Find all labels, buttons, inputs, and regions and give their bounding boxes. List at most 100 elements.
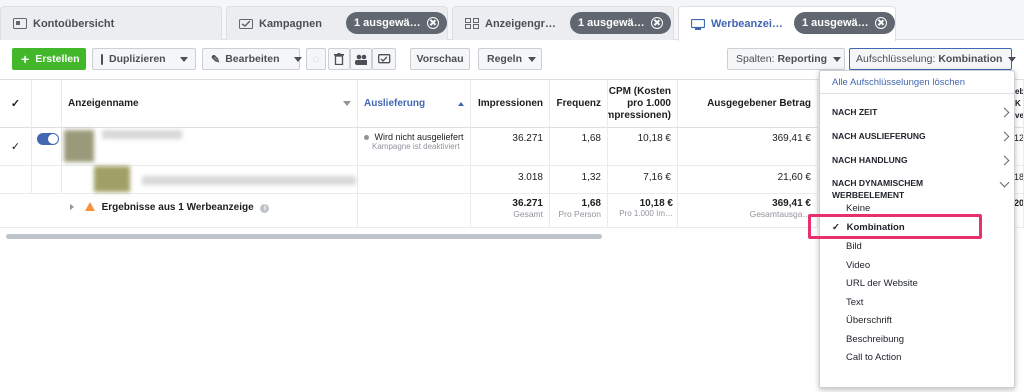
option-description[interactable]: Beschreibung	[820, 334, 1016, 345]
summary-label: Ergebnisse aus 1 Werbeanzeige	[101, 202, 254, 213]
breakdown-button[interactable]: Aufschlüsselung: Kombination	[849, 48, 1017, 70]
summary-frequency: 1,68 Pro Person	[550, 194, 608, 228]
column-header-delivery[interactable]: Auslieferung	[358, 80, 471, 128]
summary-cpm: 10,18 € Pro 1.000 Im…	[608, 194, 678, 228]
columns-button[interactable]: Spalten: Reporting	[727, 48, 845, 70]
adset-selection-pill[interactable]: 1 ausgewä…	[570, 12, 671, 34]
breakdown-section-dynamic-creative[interactable]: NACH DYNAMISCHEM WERBEELEMENT	[820, 171, 1016, 200]
audience-button[interactable]	[350, 48, 372, 70]
option-headline[interactable]: Überschrift	[820, 315, 1016, 326]
expand-caret-icon[interactable]	[70, 204, 74, 210]
breakdown-value: Kombination	[938, 53, 1003, 65]
summary-sublabel: Gesamtausga…	[749, 209, 811, 219]
spent-value: 369,41 €	[678, 128, 818, 166]
summary-spent: 369,41 € Gesamtausga…	[678, 194, 818, 228]
asset-name-redacted	[142, 176, 356, 185]
option-image[interactable]: Bild	[820, 241, 1016, 252]
section-label: WERBEELEMENT	[832, 190, 905, 200]
section-label: NACH ZEIT	[832, 107, 878, 117]
rule-icon	[377, 53, 390, 63]
section-label: NACH HANDLUNG	[832, 155, 908, 165]
preview-button[interactable]: Vorschau	[410, 48, 470, 70]
column-label: Auslieferung	[364, 97, 426, 109]
breakdown-section-action[interactable]: NACH HANDLUNG	[820, 149, 1016, 171]
clear-breakdowns-link[interactable]: Alle Aufschlüsselungen löschen	[820, 77, 1016, 88]
tab-label: Kontoübersicht	[33, 17, 115, 30]
ad-name-cell[interactable]	[62, 128, 358, 166]
ad-status-toggle[interactable]	[37, 133, 59, 145]
column-header-impressions[interactable]: Impressionen	[471, 80, 550, 128]
option-video[interactable]: Video	[820, 260, 1016, 271]
checkmark-icon: ✓	[10, 97, 21, 110]
create-rule-button[interactable]	[372, 48, 396, 70]
chevron-down-icon[interactable]	[179, 56, 188, 62]
tab-account-overview[interactable]: Kontoübersicht	[0, 6, 222, 40]
summary-value: 369,41 €	[772, 198, 811, 209]
create-label: Erstellen	[35, 53, 80, 65]
selection-count: 1 ausgewä…	[802, 17, 869, 29]
refresh-button[interactable]: ◌	[306, 48, 326, 70]
refresh-icon: ◌	[312, 52, 320, 66]
summary-spacer	[0, 194, 62, 228]
ads-icon	[690, 18, 706, 30]
pencil-icon: ✎	[211, 53, 221, 66]
select-all-checkbox[interactable]: ✓	[0, 80, 32, 128]
column-header-cpm[interactable]: CPM (Kosten pro 1.000 Impressionen)	[608, 80, 678, 128]
tab-label: Kampagnen	[259, 17, 322, 30]
breakdown-section-delivery[interactable]: NACH AUSLIEFERUNG	[820, 125, 1016, 147]
chevron-down-icon	[1008, 56, 1017, 62]
delete-button[interactable]	[328, 48, 350, 70]
ad-thumbnail	[64, 130, 94, 162]
option-combination[interactable]: ✓ Kombination	[820, 222, 1016, 233]
info-icon[interactable]: i	[260, 204, 270, 213]
summary-value: 36.271	[512, 198, 543, 209]
summary-value: 1,68	[581, 198, 601, 209]
column-header-spent[interactable]: Ausgegebener Betrag	[678, 80, 818, 128]
clear-selection-icon[interactable]	[874, 17, 887, 29]
option-call-to-action[interactable]: Call to Action	[820, 352, 1016, 363]
trash-icon	[334, 53, 344, 65]
ads-selection-pill[interactable]: 1 ausgewä…	[794, 12, 895, 34]
clear-selection-icon[interactable]	[426, 17, 439, 29]
duplicate-label: Duplizieren	[109, 53, 166, 65]
edit-button[interactable]: ✎ Bearbeiten	[202, 48, 302, 70]
clear-selection-icon[interactable]	[650, 17, 663, 29]
status-dot	[364, 135, 369, 140]
people-icon	[355, 54, 367, 65]
duplicate-button[interactable]: Duplizieren	[92, 48, 196, 70]
checkmark-icon: ✓	[10, 141, 21, 153]
breakdown-section-time[interactable]: NACH ZEIT	[820, 101, 1016, 123]
preview-label: Vorschau	[416, 53, 464, 65]
asset-thumbnail	[94, 166, 130, 192]
column-header-name[interactable]: Anzeigenname	[62, 80, 358, 128]
summary-sublabel: Pro 1.000 Im…	[619, 209, 673, 218]
option-text[interactable]: Text	[820, 297, 1016, 308]
divider	[820, 93, 1014, 94]
tab-label: Anzeigengr…	[485, 17, 556, 30]
chevron-down-icon[interactable]	[293, 56, 302, 62]
columns-prefix: Spalten:	[736, 53, 775, 65]
delivery-cell: Wird nicht ausgeliefert Kampagne ist dea…	[358, 128, 471, 166]
frequency-value: 1,68	[550, 128, 608, 166]
delivery-cell-empty	[358, 166, 471, 194]
selection-count: 1 ausgewä…	[354, 17, 421, 29]
horizontal-scrollbar[interactable]	[6, 234, 602, 239]
summary-label-cell[interactable]: Ergebnisse aus 1 Werbeanzeige i	[62, 194, 358, 228]
sort-ascending-icon	[458, 101, 464, 106]
spent-value: 21,60 €	[678, 166, 818, 194]
rules-button[interactable]: Regeln	[478, 48, 542, 70]
row-checkbox[interactable]: ✓	[0, 128, 32, 166]
column-header-frequency[interactable]: Frequenz	[550, 80, 608, 128]
ad-name-redacted	[102, 130, 182, 139]
campaign-selection-pill[interactable]: 1 ausgewä…	[346, 12, 447, 34]
section-label: NACH DYNAMISCHEM	[832, 178, 924, 188]
rules-label: Regeln	[487, 53, 523, 65]
option-website-url[interactable]: URL der Website	[820, 278, 1016, 289]
column-label: Impressionen	[477, 97, 543, 109]
column-label: Ausgegebener Betrag	[707, 97, 811, 109]
duplicate-icon	[101, 53, 103, 65]
summary-impressions: 36.271 Gesamt	[471, 194, 550, 228]
option-none[interactable]: Keine	[820, 203, 1016, 214]
chevron-down-icon	[833, 56, 842, 62]
create-button[interactable]: + Erstellen	[12, 48, 86, 70]
